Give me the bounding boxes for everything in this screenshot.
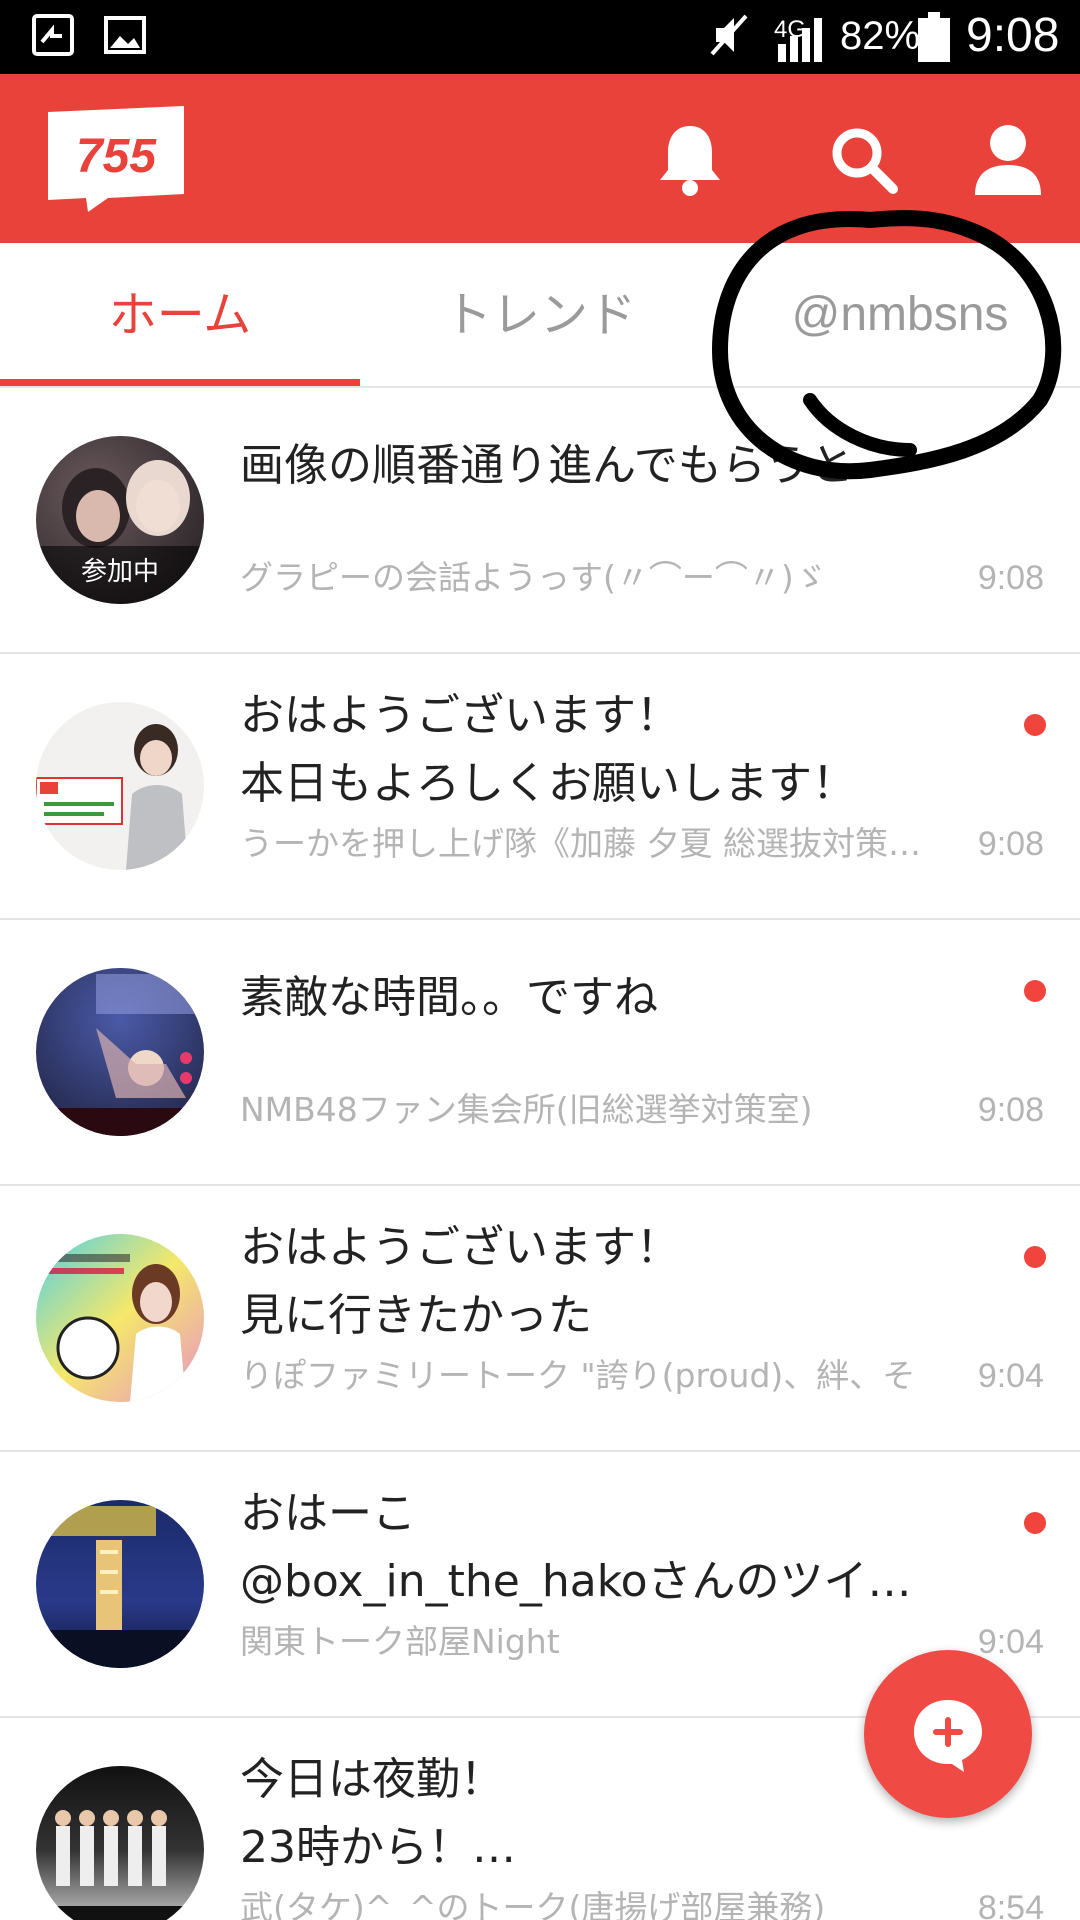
room-name: NMB48ファン集会所(旧総選挙対策室) [240, 1090, 813, 1129]
new-chat-icon [914, 1700, 982, 1772]
status-bar: 4G 82% 9:08 [0, 0, 1080, 74]
app-header: 755 [0, 74, 1080, 243]
list-item[interactable]: おはようございます！ 見に行きたかった りぽファミリートーク "誇り(proud… [0, 1186, 1080, 1452]
room-name: グラピーの会話ようっす(〃⌒ー⌒〃)ゞ [240, 558, 827, 597]
avatar [36, 1234, 204, 1402]
list-item[interactable]: 素敵な時間。。ですね NMB48ファン集会所(旧総選挙対策室) 9:08 [0, 920, 1080, 1186]
unread-dot [1024, 1512, 1046, 1534]
tab-home[interactable]: ホーム [0, 243, 360, 387]
timestamp: 9:04 [977, 1623, 1044, 1661]
bell-icon [660, 126, 720, 196]
message-preview: 今日は夜勤！ 23時から！… [240, 1754, 516, 1873]
battery-icon [918, 12, 950, 62]
message-preview: おはーこ @box_in_the_hakoさんのツイ… [240, 1488, 912, 1607]
new-talk-button[interactable] [864, 1650, 1032, 1818]
room-name: うーかを押し上げ隊《加藤 夕夏 総選抜対策… [240, 824, 921, 863]
unread-dot [1024, 1246, 1046, 1268]
room-name: 関東トーク部屋Night [240, 1622, 560, 1661]
app-logo[interactable]: 755 [48, 106, 184, 212]
tab-trend[interactable]: トレンド [360, 243, 720, 387]
message-preview: 素敵な時間。。ですね [240, 972, 658, 1023]
room-name: 武(タケ)^_^のトーク(唐揚げ部屋兼務) [240, 1888, 826, 1920]
clock: 9:08 [966, 9, 1060, 62]
screen-mirror-icon [32, 14, 74, 56]
battery-percent: 82% [840, 14, 921, 58]
profile-icon [975, 125, 1041, 195]
avatar-photo [36, 1506, 204, 1668]
avatar-photo [36, 974, 204, 1136]
avatar: 参加中 [36, 436, 204, 604]
timestamp: 9:08 [977, 559, 1044, 597]
gallery-icon [104, 16, 146, 54]
message-preview: 画像の順番通り進んでもらうと [240, 440, 854, 491]
avatar-photo [36, 724, 188, 870]
avatar-photo [36, 1810, 204, 1920]
message-preview: おはようございます！ 本日もよろしくお願いします！ [240, 690, 856, 809]
notifications-button[interactable] [644, 114, 736, 206]
avatar [36, 1500, 204, 1668]
avatar [36, 702, 204, 870]
avatar-photo [40, 1254, 186, 1402]
unread-dot [1024, 980, 1046, 1002]
timestamp: 9:08 [977, 1091, 1044, 1129]
list-item[interactable]: 参加中 画像の順番通り進んでもらうと グラピーの会話ようっす(〃⌒ー⌒〃)ゞ 9… [0, 388, 1080, 654]
search-button[interactable] [818, 114, 910, 206]
list-item[interactable]: おはようございます！ 本日もよろしくお願いします！ うーかを押し上げ隊《加藤 夕… [0, 654, 1080, 920]
avatar [36, 1766, 204, 1920]
avatar [36, 968, 204, 1136]
timestamp: 8:54 [977, 1889, 1044, 1920]
unread-dot [1024, 714, 1046, 736]
tab-bar: ホーム トレンド @nmbsns [0, 243, 1080, 387]
room-name: りぽファミリートーク "誇り(proud)、絆、そ [240, 1356, 916, 1395]
signal-icon [778, 18, 822, 62]
mute-icon [710, 14, 748, 56]
tab-mention[interactable]: @nmbsns [720, 243, 1080, 387]
timestamp: 9:08 [977, 825, 1044, 863]
joined-badge: 参加中 [36, 546, 204, 604]
timestamp: 9:04 [977, 1357, 1044, 1395]
search-icon [832, 128, 898, 194]
message-preview: おはようございます！ 見に行きたかった [240, 1222, 680, 1341]
svg-text:755: 755 [76, 130, 157, 183]
profile-button[interactable] [962, 114, 1054, 206]
